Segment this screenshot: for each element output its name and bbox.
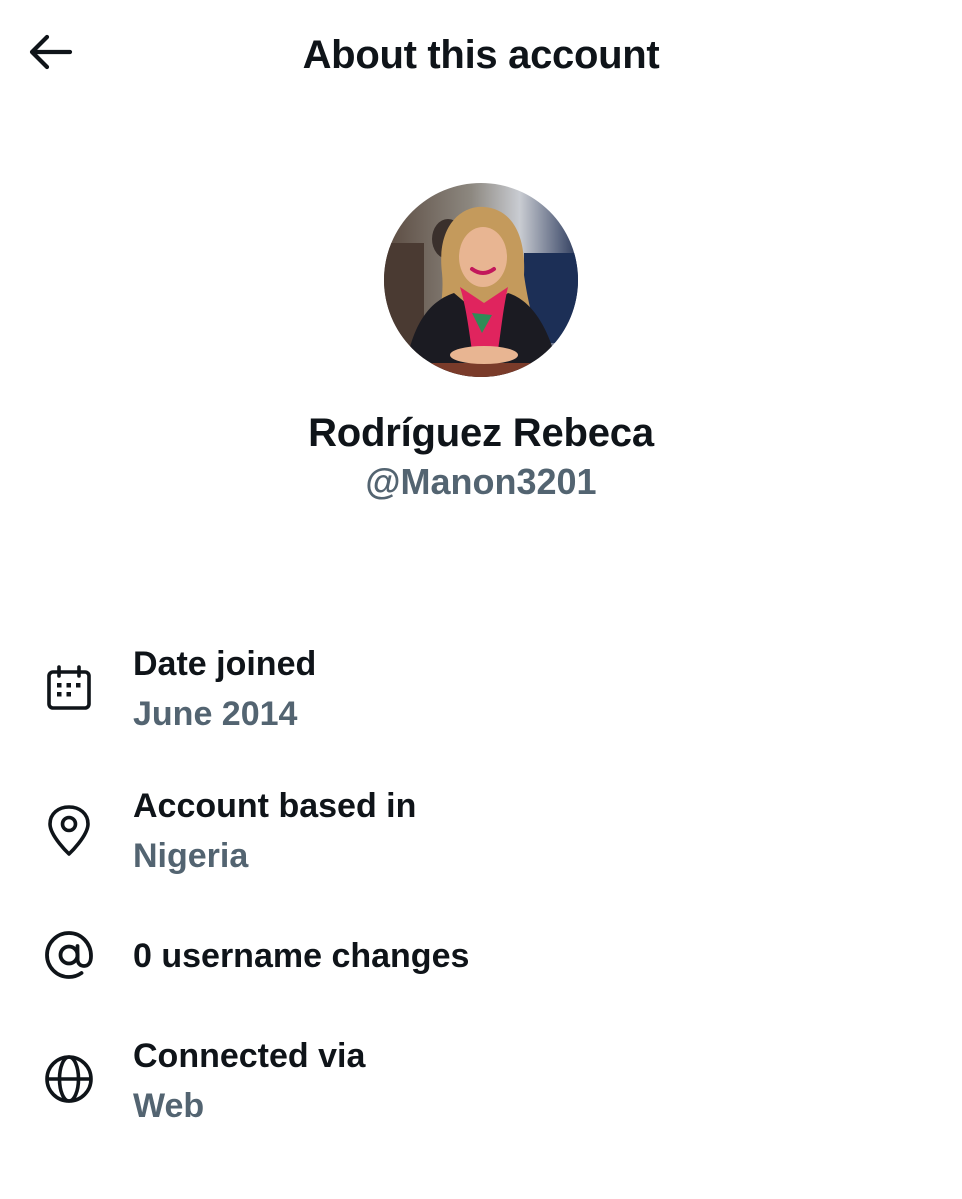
globe-icon [40, 1050, 98, 1108]
at-sign-icon [40, 926, 98, 984]
username-changes-row: 0 username changes [0, 926, 962, 986]
avatar[interactable] [384, 183, 578, 377]
account-based-in-row: Account based in Nigeria [0, 782, 962, 882]
connected-via-value: Web [133, 1087, 205, 1125]
location-pin-icon [40, 802, 98, 860]
account-based-in-label: Account based in [133, 787, 417, 825]
account-based-in-value: Nigeria [133, 837, 249, 875]
display-name: Rodríguez Rebeca [308, 411, 654, 455]
page-title: About this account [302, 33, 660, 77]
calendar-icon [40, 660, 98, 718]
date-joined-label: Date joined [133, 645, 317, 683]
connected-via-label: Connected via [133, 1037, 366, 1075]
top-bar: About this account [0, 0, 962, 110]
date-joined-row: Date joined June 2014 [0, 640, 962, 740]
date-joined-value: June 2014 [133, 695, 298, 733]
connected-via-row: Connected via Web [0, 1032, 962, 1132]
username-changes-label: 0 username changes [133, 937, 470, 975]
username-handle: @Manon3201 [365, 461, 597, 502]
